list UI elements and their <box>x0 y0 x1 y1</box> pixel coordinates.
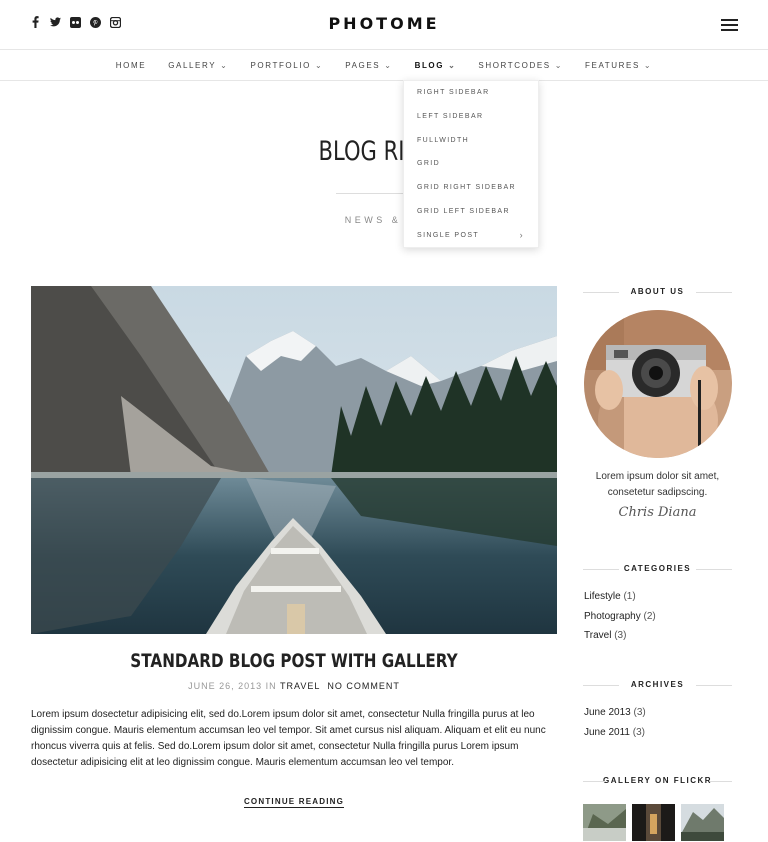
chevron-down-icon: ⌄ <box>554 61 564 70</box>
archive-count: (3) <box>632 726 645 738</box>
dropdown-item-grid-left-sidebar[interactable]: GRID LEFT SIDEBAR <box>404 200 538 224</box>
site-header: PHOTOME <box>0 0 768 50</box>
flickr-thumb[interactable] <box>632 804 675 841</box>
widget-title-label: CATEGORIES <box>623 564 692 573</box>
blog-dropdown-menu: RIGHT SIDEBAR LEFT SIDEBAR FULLWIDTH GRI… <box>403 80 539 248</box>
nav-item-gallery[interactable]: GALLERY ⌄ <box>157 61 239 70</box>
widget-title-flickr: GALLERY ON FLICKR <box>583 776 732 785</box>
archive-link[interactable]: June 2013 <box>584 707 631 718</box>
category-item[interactable]: Photography (2) <box>584 607 656 627</box>
nav-item-blog[interactable]: BLOG ⌄ <box>404 61 468 70</box>
flickr-gallery <box>583 804 724 841</box>
dropdown-item-single-post[interactable]: SINGLE POST › <box>404 224 538 248</box>
post-in-word: IN <box>265 681 277 691</box>
continue-reading-wrapper: CONTINUE READING <box>31 797 557 808</box>
flickr-thumb[interactable] <box>681 804 724 841</box>
continue-reading-link[interactable]: CONTINUE READING <box>243 797 345 808</box>
main-nav: HOME GALLERY ⌄ PORTFOLIO ⌄ PAGES ⌄ BLOG ⌄ SH… <box>0 50 768 81</box>
menu-icon[interactable] <box>721 19 738 31</box>
nav-item-home[interactable]: HOME <box>105 61 157 70</box>
chevron-down-icon: ⌄ <box>384 61 393 70</box>
archive-item[interactable]: June 2013 (3) <box>584 703 646 723</box>
title-line <box>696 685 732 686</box>
title-line <box>583 569 619 570</box>
nav-item-label: BLOG <box>414 61 445 70</box>
category-item[interactable]: Travel (3) <box>584 626 656 646</box>
flickr-thumb[interactable] <box>583 804 626 841</box>
dropdown-item-grid-right-sidebar[interactable]: GRID RIGHT SIDEBAR <box>404 176 538 200</box>
about-text-line: Lorem ipsum dolor sit amet, <box>595 471 720 482</box>
title-line <box>583 685 619 686</box>
title-line <box>710 781 732 782</box>
dropdown-item-grid[interactable]: GRID <box>404 152 538 176</box>
nav-item-portfolio[interactable]: PORTFOLIO ⌄ <box>239 61 334 70</box>
widget-title-archives: ARCHIVES <box>583 680 732 689</box>
nav-item-label: GALLERY <box>168 61 217 70</box>
archive-link[interactable]: June 2011 <box>584 727 630 738</box>
nav-item-pages[interactable]: PAGES ⌄ <box>334 61 403 70</box>
chevron-down-icon: ⌄ <box>314 61 324 70</box>
archives-list: June 2013 (3) June 2011 (3) <box>584 703 646 742</box>
nav-item-label: HOME <box>115 61 147 70</box>
post-title[interactable]: STANDARD BLOG POST WITH GALLERY <box>84 650 505 672</box>
dropdown-item-label: SINGLE POST <box>417 231 480 239</box>
categories-list: Lifestyle (1) Photography (2) Travel (3) <box>584 587 656 646</box>
post-date: JUNE 26, 2013 <box>188 681 263 691</box>
nav-item-features[interactable]: FEATURES ⌄ <box>574 61 663 70</box>
post-featured-image[interactable] <box>31 286 557 634</box>
category-link[interactable]: Lifestyle <box>584 591 621 602</box>
about-avatar <box>584 310 732 458</box>
post-meta: JUNE 26, 2013 IN TRAVEL NO COMMENT <box>31 681 557 691</box>
category-count: (1) <box>623 591 636 602</box>
nav-item-label: PAGES <box>345 61 381 70</box>
category-count: (3) <box>614 630 627 641</box>
title-line <box>696 292 732 293</box>
nav-item-shortcodes[interactable]: SHORTCODES ⌄ <box>467 61 574 70</box>
dropdown-item-fullwidth[interactable]: FULLWIDTH <box>404 129 538 153</box>
page-subtitle: NEWS & ID <box>344 215 424 225</box>
archive-count: (3) <box>633 707 646 718</box>
title-line <box>583 781 605 782</box>
about-text-line: consetetur sadipscing. <box>607 487 708 498</box>
post-comments-link[interactable]: NO COMMENT <box>327 681 400 691</box>
nav-item-label: SHORTCODES <box>478 61 551 70</box>
post-excerpt: Lorem ipsum dosectetur adipisicing elit,… <box>31 709 546 768</box>
category-link[interactable]: Photography <box>584 611 641 622</box>
category-count: (2) <box>643 610 656 622</box>
title-line <box>583 292 619 293</box>
post-category-link[interactable]: TRAVEL <box>280 681 320 691</box>
site-logo[interactable]: PHOTOME <box>0 14 768 33</box>
widget-title-categories: CATEGORIES <box>583 564 732 573</box>
widget-title-about: ABOUT US <box>583 287 732 296</box>
chevron-down-icon: ⌄ <box>643 61 653 70</box>
nav-item-label: PORTFOLIO <box>250 61 311 70</box>
chevron-right-icon: › <box>519 229 524 240</box>
category-link[interactable]: Travel <box>584 630 611 641</box>
archive-item[interactable]: June 2011 (3) <box>584 723 646 743</box>
widget-title-label: GALLERY ON FLICKR <box>602 776 713 785</box>
about-text: Lorem ipsum dolor sit amet, consetetur s… <box>583 469 732 501</box>
dropdown-item-right-sidebar[interactable]: RIGHT SIDEBAR <box>404 81 538 105</box>
page-title: BLOG RIGHT <box>318 136 450 167</box>
category-item[interactable]: Lifestyle (1) <box>584 587 656 607</box>
widget-title-label: ARCHIVES <box>630 680 685 689</box>
title-line <box>696 569 732 570</box>
about-signature: Chris Diana <box>618 505 697 520</box>
chevron-down-icon: ⌄ <box>448 61 457 70</box>
nav-item-label: FEATURES <box>585 61 640 70</box>
chevron-down-icon: ⌄ <box>220 61 229 70</box>
widget-title-label: ABOUT US <box>630 287 685 296</box>
dropdown-item-left-sidebar[interactable]: LEFT SIDEBAR <box>404 105 538 129</box>
